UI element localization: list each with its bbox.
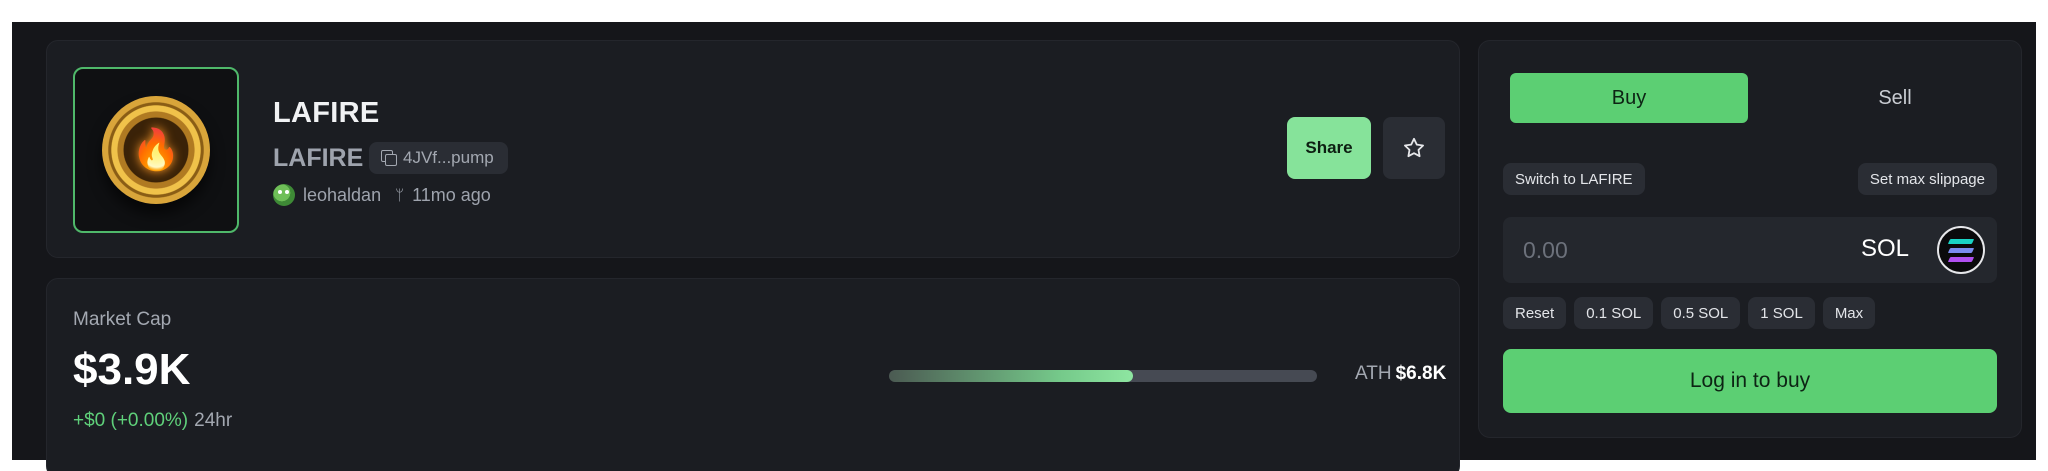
login-to-buy-button[interactable]: Log in to buy	[1503, 349, 1997, 413]
creator-avatar[interactable]	[273, 184, 295, 206]
change-value: +$0 (+0.00%)	[73, 410, 189, 431]
trade-panel: Buy Sell Switch to LAFIRE Set max slippa…	[1478, 40, 2022, 438]
fire-coin-logo: 🔥	[102, 96, 210, 204]
currency-label: SOL	[1860, 235, 1909, 262]
quick-reset-button[interactable]: Reset	[1503, 297, 1567, 329]
token-image: 🔥	[73, 67, 239, 233]
share-button[interactable]: Share	[1287, 117, 1371, 179]
star-icon	[1404, 137, 1424, 158]
market-cap-card: Market Cap $3.9K +$0 (+0.00%) 24hr ATH $6.…	[46, 278, 1460, 471]
ath-display: ATH $6.8K	[1355, 363, 1446, 385]
token-symbol: LAFIRE	[273, 144, 364, 172]
max-slippage-button[interactable]: Set max slippage	[1857, 163, 1997, 195]
tab-sell[interactable]: Sell	[1776, 73, 2014, 123]
creator-row: leohaldan ᛘ 11mo ago	[273, 184, 491, 206]
token-age: 11mo ago	[412, 184, 491, 205]
ath-progress-fill	[889, 370, 1133, 382]
contract-address: 4JVf...pump	[403, 148, 494, 167]
quick-max-button[interactable]: Max	[1822, 297, 1876, 329]
quick-0.1-sol-button[interactable]: 0.1 SOL	[1574, 297, 1654, 329]
amount-input[interactable]	[1523, 233, 1823, 267]
quick-1-sol-button[interactable]: 1 SOL	[1748, 297, 1815, 329]
market-cap-value: $3.9K	[73, 345, 191, 394]
copy-icon	[381, 150, 397, 166]
creator-name[interactable]: leohaldan	[303, 185, 381, 206]
market-cap-change: +$0 (+0.00%) 24hr	[73, 410, 232, 432]
market-cap-label: Market Cap	[73, 309, 172, 330]
quick-amount-row: Reset 0.1 SOL 0.5 SOL 1 SOL Max	[1503, 297, 1876, 329]
flame-icon: 🔥	[131, 128, 181, 172]
switch-token-button[interactable]: Switch to LAFIRE	[1503, 163, 1645, 195]
token-name: LAFIRE	[273, 97, 380, 129]
sprout-icon: ᛘ	[395, 186, 405, 204]
token-page-frame: 🔥 LAFIRE LAFIRE 4JVf...pump leohaldan ᛘ …	[12, 22, 2036, 471]
solana-icon	[1937, 226, 1985, 274]
tab-buy[interactable]: Buy	[1510, 73, 1748, 123]
quick-0.5-sol-button[interactable]: 0.5 SOL	[1661, 297, 1741, 329]
favorite-button[interactable]	[1383, 117, 1445, 179]
amount-field: SOL	[1503, 217, 1997, 283]
token-info-card: 🔥 LAFIRE LAFIRE 4JVf...pump leohaldan ᛘ …	[46, 40, 1460, 258]
ath-value: $6.8K	[1395, 363, 1447, 384]
change-period: 24hr	[194, 410, 233, 431]
copy-contract-button[interactable]: 4JVf...pump	[369, 142, 508, 174]
ath-label: ATH	[1355, 363, 1392, 384]
ath-progress-bar	[889, 370, 1317, 382]
